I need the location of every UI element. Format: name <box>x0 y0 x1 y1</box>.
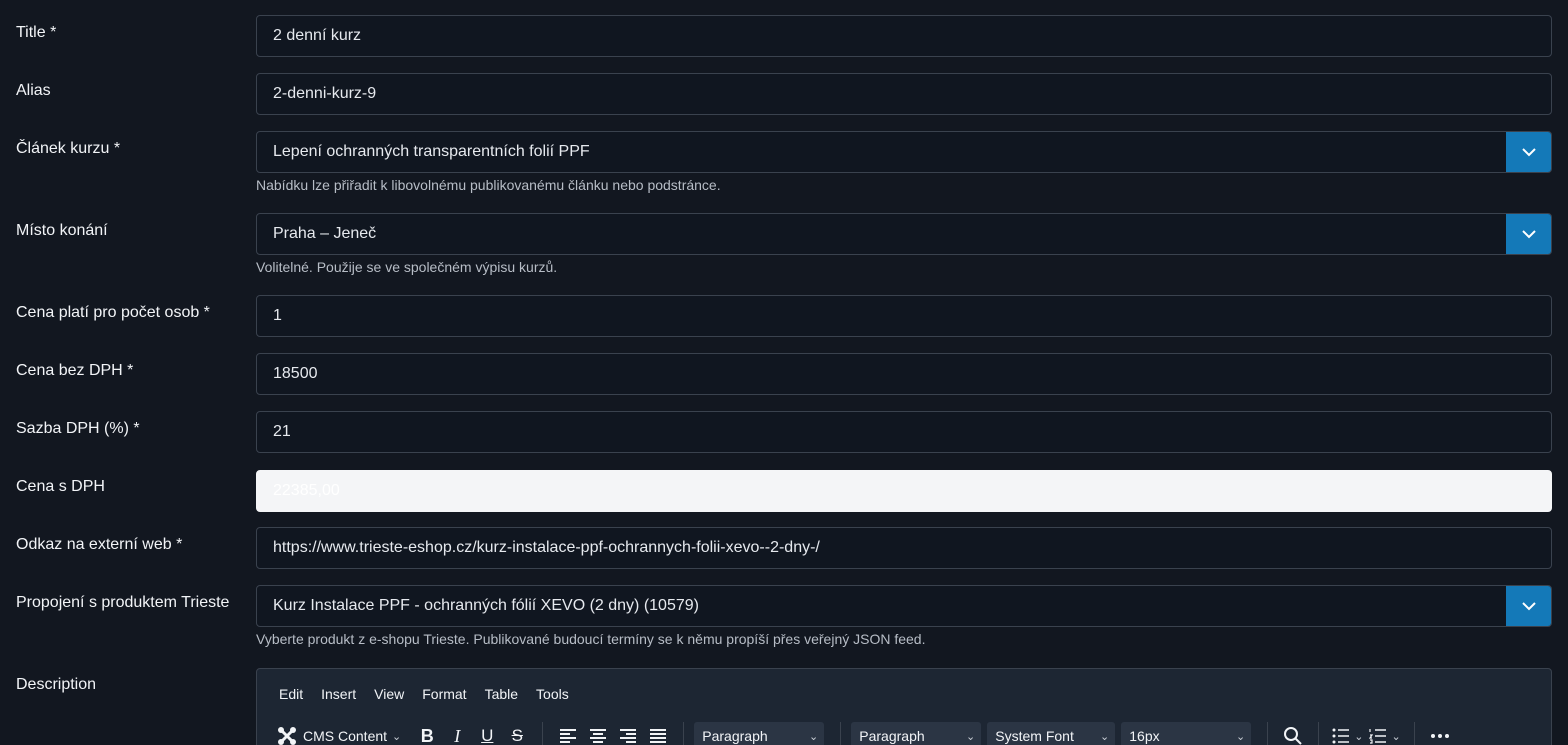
description-label: Description <box>16 676 97 693</box>
clanek-select-value: Lepení ochranných transparentních folií … <box>273 143 590 160</box>
align-center-button[interactable] <box>583 722 613 745</box>
toolbar-separator <box>542 722 544 745</box>
odkaz-label: Odkaz na externí web * <box>16 536 183 553</box>
clanek-label: Článek kurzu * <box>16 140 121 157</box>
underline-button[interactable]: U <box>472 722 502 745</box>
joomla-icon <box>278 727 296 745</box>
odkaz-input[interactable]: https://www.trieste-eshop.cz/kurz-instal… <box>256 527 1552 569</box>
block-format-select[interactable]: Paragraph ⌄ <box>694 722 825 745</box>
sazba-label: Sazba DPH (%) * <box>16 420 140 437</box>
misto-help: Volitelné. Použije se ve společném výpis… <box>256 259 558 275</box>
toolbar-separator <box>840 722 842 745</box>
rich-text-editor: Edit Insert View Format Table Tools CMS … <box>256 668 1552 745</box>
alias-label: Alias <box>16 82 51 99</box>
search-icon <box>1284 727 1302 745</box>
chevron-down-icon <box>1522 148 1536 157</box>
chevron-down-icon: ⌄ <box>1100 730 1110 743</box>
chevron-down-icon <box>1522 230 1536 239</box>
osoby-input[interactable]: 1 <box>256 295 1552 337</box>
italic-button[interactable]: I <box>442 722 472 745</box>
strikethrough-button[interactable]: S <box>502 722 532 745</box>
misto-dropdown-button[interactable] <box>1506 214 1551 254</box>
align-left-button[interactable] <box>553 722 583 745</box>
menu-insert[interactable]: Insert <box>321 686 356 702</box>
produkt-label: Propojení s produktem Trieste <box>16 594 230 611</box>
align-left-icon <box>560 729 577 743</box>
cena-bez-label: Cena bez DPH * <box>16 362 134 379</box>
font-size-value: 16px <box>1129 728 1160 744</box>
cms-content-label: CMS Content <box>303 728 388 744</box>
more-icon <box>1430 734 1449 738</box>
sazba-input[interactable]: 21 <box>256 411 1552 453</box>
align-right-button[interactable] <box>613 722 643 745</box>
toolbar-separator <box>683 722 685 745</box>
chevron-down-icon: ⌄ <box>392 730 402 743</box>
chevron-down-icon: ⌄ <box>966 730 976 743</box>
more-button[interactable] <box>1425 722 1455 745</box>
paragraph-style-value: Paragraph <box>859 728 925 744</box>
align-justify-icon <box>650 729 667 743</box>
editor-menubar: Edit Insert View Format Table Tools <box>279 686 569 702</box>
numbered-list-button[interactable]: ⌄ <box>1366 722 1403 745</box>
editor-toolbar: CMS Content ⌄ B I U S Paragraph ⌄ Paragr… <box>273 721 1455 745</box>
search-replace-button[interactable] <box>1278 722 1308 745</box>
chevron-down-icon: ⌄ <box>809 730 819 743</box>
toolbar-separator <box>1318 722 1320 745</box>
font-size-select[interactable]: 16px ⌄ <box>1121 722 1252 745</box>
title-label: Title * <box>16 24 57 41</box>
font-family-value: System Font <box>995 728 1074 744</box>
cms-content-button[interactable]: CMS Content ⌄ <box>273 722 404 745</box>
menu-edit[interactable]: Edit <box>279 686 303 702</box>
misto-label: Místo konání <box>16 222 108 239</box>
produkt-dropdown-button[interactable] <box>1506 586 1551 626</box>
menu-tools[interactable]: Tools <box>536 686 569 702</box>
bold-button[interactable]: B <box>412 722 442 745</box>
misto-select[interactable]: Praha – Jeneč <box>256 213 1552 255</box>
cena-s-readonly: 22385,00 <box>256 470 1552 512</box>
cena-bez-input[interactable]: 18500 <box>256 353 1552 395</box>
align-justify-button[interactable] <box>643 722 673 745</box>
alias-input[interactable]: 2-denni-kurz-9 <box>256 73 1552 115</box>
title-input[interactable]: 2 denní kurz <box>256 15 1552 57</box>
menu-table[interactable]: Table <box>485 686 518 702</box>
bullet-list-button[interactable]: ⌄ <box>1329 722 1366 745</box>
menu-view[interactable]: View <box>374 686 404 702</box>
font-family-select[interactable]: System Font ⌄ <box>987 722 1116 745</box>
clanek-help: Nabídku lze přiřadit k libovolnému publi… <box>256 177 721 193</box>
misto-select-value: Praha – Jeneč <box>273 225 377 242</box>
clanek-select[interactable]: Lepení ochranných transparentních folií … <box>256 131 1552 173</box>
osoby-label: Cena platí pro počet osob * <box>16 304 210 321</box>
toolbar-separator <box>1267 722 1269 745</box>
block-format-value: Paragraph <box>702 728 768 744</box>
bullet-list-icon <box>1332 728 1350 744</box>
produkt-help: Vyberte produkt z e-shopu Trieste. Publi… <box>256 631 926 647</box>
toolbar-separator <box>1413 722 1415 745</box>
numbered-list-icon <box>1369 729 1387 744</box>
produkt-select-value: Kurz Instalace PPF - ochranných fólií XE… <box>273 597 699 614</box>
align-right-icon <box>620 729 637 743</box>
menu-format[interactable]: Format <box>422 686 466 702</box>
cena-s-label: Cena s DPH <box>16 478 105 495</box>
chevron-down-icon: ⌄ <box>1391 730 1401 743</box>
clanek-dropdown-button[interactable] <box>1506 132 1551 172</box>
align-center-icon <box>590 729 607 743</box>
chevron-down-icon: ⌄ <box>1236 730 1246 743</box>
chevron-down-icon <box>1522 602 1536 611</box>
chevron-down-icon: ⌄ <box>1354 730 1364 743</box>
produkt-select[interactable]: Kurz Instalace PPF - ochranných fólií XE… <box>256 585 1552 627</box>
paragraph-style-select[interactable]: Paragraph ⌄ <box>851 722 982 745</box>
